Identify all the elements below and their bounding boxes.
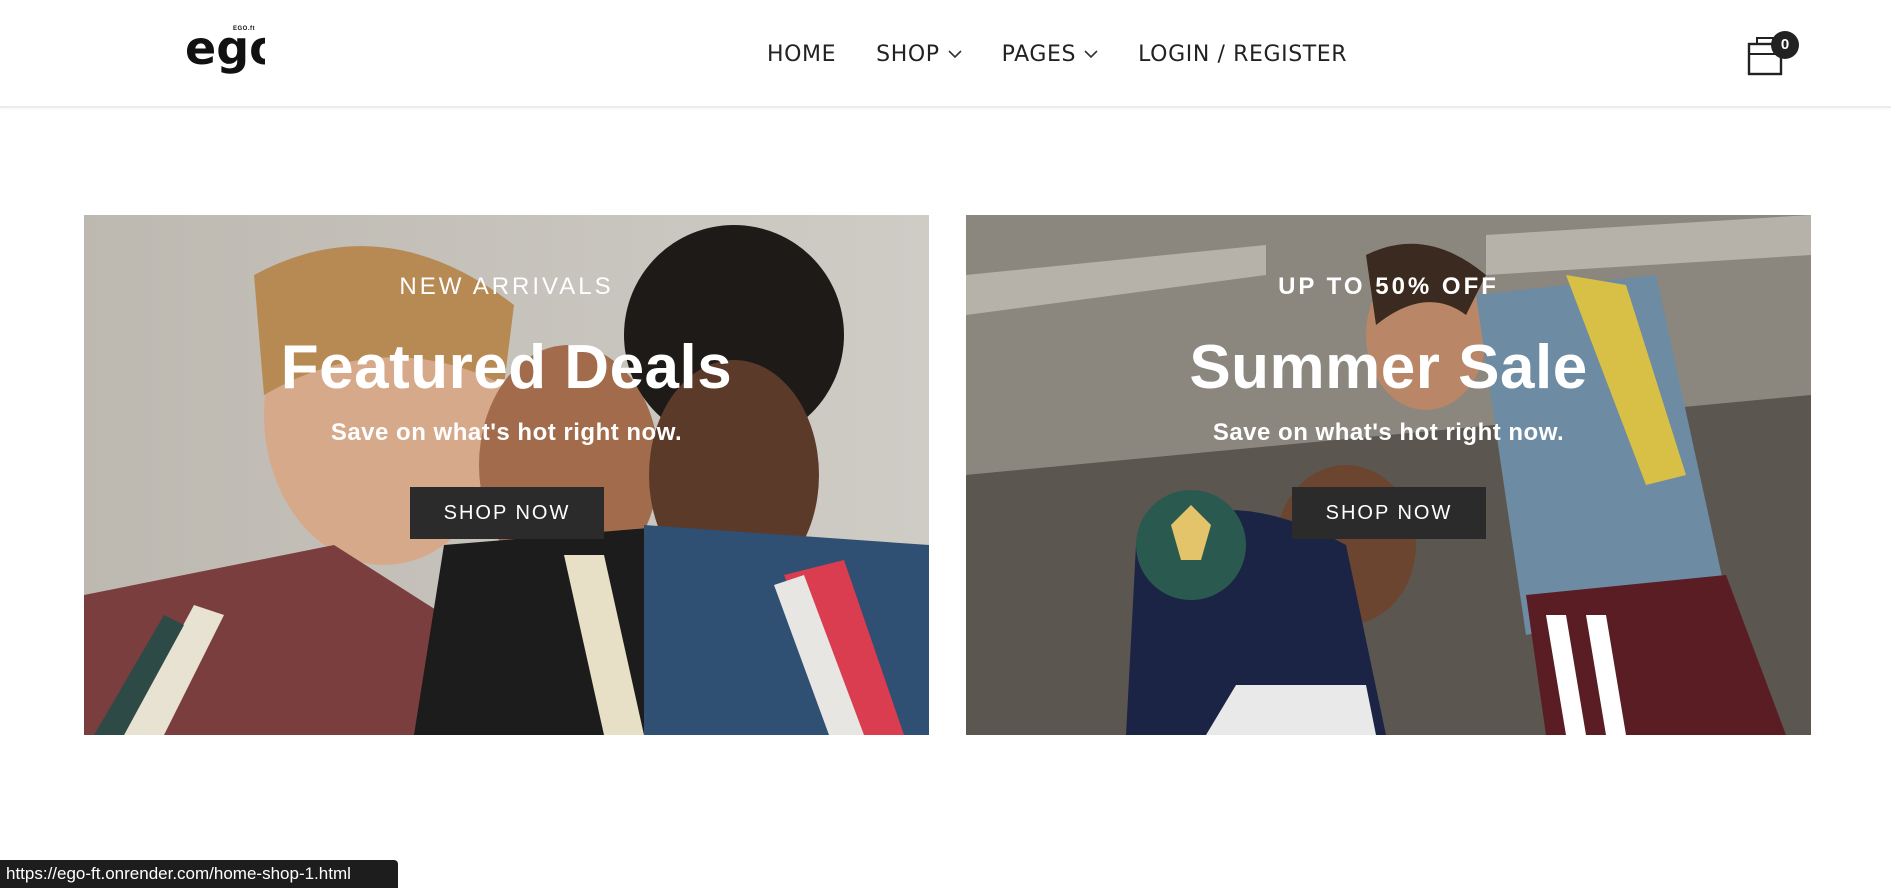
nav-home-label: HOME [767,41,837,67]
nav-shop-label: SHOP [876,41,940,67]
chevron-down-icon [948,50,962,59]
logo-subtext: EGO.ft [233,26,255,32]
nav-login-register[interactable]: LOGIN / REGISTER [1138,42,1347,67]
svg-text:ego: ego [185,26,265,75]
main-nav: HOME SHOP PAGES LOGIN / REGISTER [767,38,1347,70]
banner-eyebrow: NEW ARRIVALS [399,273,614,300]
nav-pages-label: PAGES [1001,41,1077,67]
logo-mark-icon: ego [185,26,265,75]
banner-eyebrow: UP TO 50% OFF [1278,273,1499,300]
shop-now-button[interactable]: SHOP NOW [410,487,604,539]
status-bar-url: https://ego-ft.onrender.com/home-shop-1.… [0,860,398,888]
site-logo[interactable]: ego EGO.ft [185,26,265,84]
nav-shop[interactable]: SHOP [876,42,962,67]
nav-home[interactable]: HOME [767,42,836,67]
nav-login-register-label: LOGIN / REGISTER [1138,41,1348,67]
cart-count-badge: 0 [1771,31,1799,59]
site-header: ego EGO.ft HOME SHOP PAGES LOGIN / REGIS… [0,0,1891,108]
banner-subtitle: Save on what's hot right now. [1212,419,1565,446]
chevron-down-icon [1084,50,1098,59]
banner-summer-sale[interactable]: UP TO 50% OFF Summer Sale Save on what's… [966,215,1811,735]
banner-headline: Featured Deals [280,333,733,402]
banner-featured-deals[interactable]: NEW ARRIVALS Featured Deals Save on what… [84,215,929,735]
banner-headline: Summer Sale [1189,333,1588,402]
shop-now-button[interactable]: SHOP NOW [1292,487,1486,539]
banner-subtitle: Save on what's hot right now. [330,419,683,446]
nav-pages[interactable]: PAGES [1002,42,1098,67]
